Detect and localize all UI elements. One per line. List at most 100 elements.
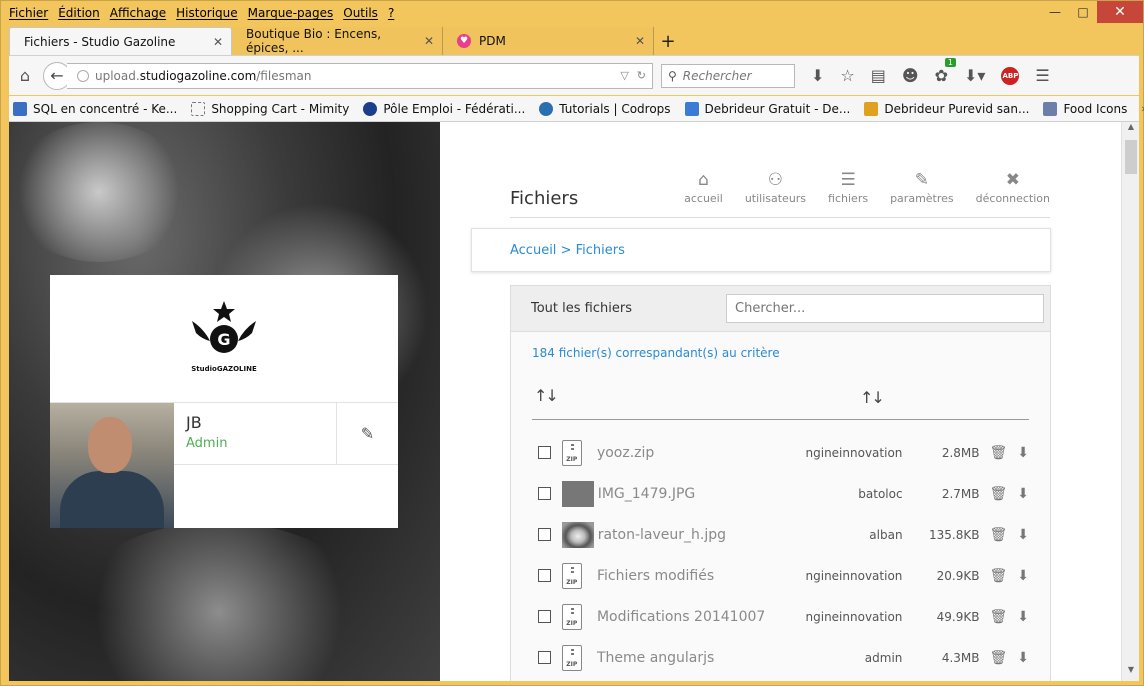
tab-fichiers[interactable]: Fichiers - Studio Gazoline ✕ [9, 27, 232, 55]
file-size: 2.8MB [941, 445, 980, 460]
bookmark-shopping-cart[interactable]: Shopping Cart - Mimity [191, 101, 349, 116]
file-row[interactable]: Fichiers modifiésngineinnovation20.9KB🗑⬇ [532, 555, 1029, 596]
addon-icon[interactable]: ✿ 1 [935, 58, 956, 85]
file-row[interactable]: yooz.zipngineinnovation2.8MB🗑⬇ [532, 432, 1029, 473]
download-icon[interactable]: ⬇ [1017, 650, 1029, 666]
scroll-thumb[interactable] [1125, 140, 1137, 174]
file-checkbox[interactable] [538, 569, 551, 582]
pdm-favicon-icon: ♥ [457, 34, 471, 48]
download-icon[interactable]: ⬇ [1017, 609, 1029, 625]
user-name: JB [186, 413, 202, 432]
trash-icon[interactable]: 🗑 [989, 650, 1007, 666]
tab-pdm[interactable]: ♥ PDM ✕ [443, 27, 654, 55]
home-icon: ⌂ [698, 170, 709, 190]
logo-text: StudioGAZOLINE [191, 364, 257, 373]
nav-parametres[interactable]: ✎ paramètres [890, 170, 954, 205]
tab-strip: Fichiers - Studio Gazoline ✕ Boutique Bi… [9, 27, 682, 55]
addon-badge: 1 [944, 58, 956, 67]
menu-hamburger-icon[interactable]: ☰ [1035, 66, 1049, 85]
download-manager-icon[interactable]: ⬇▾ [964, 66, 985, 85]
file-name[interactable]: raton-laveur_h.jpg [594, 527, 789, 543]
trash-icon[interactable]: 🗑 [990, 486, 1008, 502]
vertical-scrollbar[interactable]: ▲ ▼ [1121, 122, 1139, 681]
file-size: 20.9KB [936, 568, 980, 583]
bookmark-debrideur-purevid[interactable]: Debrideur Purevid san... [864, 101, 1029, 116]
menu-edition[interactable]: Édition [58, 6, 100, 20]
tab-boutique-bio[interactable]: Boutique Bio : Encens, épices, ... ✕ [232, 27, 443, 55]
bookmark-pole-emploi[interactable]: Pôle Emploi - Fédérati... [363, 101, 526, 116]
file-row[interactable]: IMG_1479.JPG batoloc 2.7MB 🗑 ⬇ [532, 473, 1029, 514]
bookmark-sql[interactable]: SQL en concentré - Ke... [13, 101, 177, 116]
tab-close-icon[interactable]: ✕ [635, 34, 645, 48]
trash-icon[interactable]: 🗑 [990, 527, 1008, 543]
menu-historique[interactable]: Historique [176, 6, 238, 20]
dropdown-icon[interactable]: ▽ [620, 69, 628, 82]
file-checkbox[interactable] [538, 610, 551, 623]
download-icon[interactable]: ⬇ [811, 66, 824, 85]
url-path: /filesman [256, 68, 312, 83]
nav-fichiers[interactable]: ☰ fichiers [828, 170, 868, 205]
menu-outils[interactable]: Outils [343, 6, 378, 20]
file-actions: 🗑 ⬇ [989, 445, 1029, 461]
file-name[interactable]: Fichiers modifiés [593, 568, 788, 584]
reading-list-icon[interactable]: ▤ [871, 66, 886, 85]
file-checkbox[interactable] [538, 446, 551, 459]
file-row[interactable]: raton-laveur_h.jpg alban 135.8KB 🗑 ⬇ [532, 514, 1029, 555]
file-checkbox[interactable] [538, 651, 551, 664]
nav-deconnection[interactable]: ✖ déconnection [976, 170, 1050, 205]
bookmark-debrideur-gratuit[interactable]: Debrideur Gratuit - De... [684, 101, 850, 116]
file-row[interactable]: Theme angularjsadmin4.3MB🗑⬇ [532, 637, 1029, 678]
file-name[interactable]: IMG_1479.JPG [594, 486, 789, 502]
download-icon[interactable]: ⬇ [1017, 486, 1029, 502]
menu-marque-pages[interactable]: Marque-pages [248, 6, 334, 20]
file-name[interactable]: Theme angularjs [593, 650, 788, 666]
new-tab-button[interactable]: + [654, 27, 682, 55]
file-checkbox[interactable] [538, 528, 551, 541]
bookmark-star-icon[interactable]: ☆ [840, 66, 854, 85]
user-info: JB Admin [174, 403, 336, 464]
close-window-button[interactable]: ✕ [1097, 1, 1143, 23]
tab-close-icon[interactable]: ✕ [213, 35, 223, 49]
download-icon[interactable]: ⬇ [1017, 527, 1029, 543]
file-icon [561, 562, 593, 589]
menu-help[interactable]: ? [388, 6, 394, 20]
bookmark-codrops[interactable]: Tutorials | Codrops [539, 101, 671, 116]
trash-icon[interactable]: 🗑 [989, 568, 1007, 584]
menu-fichier[interactable]: Fichier [9, 6, 48, 20]
url-bar[interactable]: upload. studiogazoline.com/filesman ▽ ↻ [67, 62, 653, 89]
file-row[interactable]: Modifications 20141007 ngineinnovation 49.… [532, 596, 1029, 637]
trash-icon[interactable]: 🗑 [989, 609, 1007, 625]
edit-profile-button[interactable]: ✎ [336, 403, 398, 464]
scroll-down-icon[interactable]: ▼ [1122, 665, 1139, 681]
file-name[interactable]: Modifications 20141007 [593, 609, 788, 625]
tab-close-icon[interactable]: ✕ [424, 34, 434, 48]
image-thumbnail [561, 521, 594, 548]
nav-utilisateurs[interactable]: ⚇ utilisateurs [745, 170, 806, 205]
breadcrumb-text[interactable]: Accueil > Fichiers [510, 243, 625, 258]
file-name[interactable]: yooz.zip [593, 445, 788, 461]
menu-affichage[interactable]: Affichage [110, 6, 166, 20]
scroll-up-icon[interactable]: ▲ [1122, 122, 1139, 138]
zip-file-icon [561, 644, 582, 671]
sort-name-icon[interactable]: ↑↓ [534, 386, 559, 405]
bookmark-food-icons[interactable]: Food Icons [1043, 101, 1127, 116]
svg-text:G: G [217, 330, 230, 349]
minimize-button[interactable]: — [1041, 1, 1069, 23]
reload-icon[interactable]: ↻ [637, 69, 646, 82]
adblock-icon[interactable]: ABP [1001, 66, 1020, 85]
sort-owner-icon[interactable]: ↑↓ [860, 388, 885, 407]
bookmark-label: Pôle Emploi - Fédérati... [383, 101, 526, 116]
chat-icon[interactable]: ☻ [902, 66, 919, 85]
files-search-input[interactable] [726, 294, 1044, 323]
nav-label: accueil [684, 192, 723, 205]
download-icon[interactable]: ⬇ [1017, 568, 1029, 584]
logo-area: G StudioGAZOLINE [50, 275, 398, 403]
file-checkbox[interactable] [538, 487, 551, 500]
trash-icon[interactable]: 🗑 [989, 445, 1007, 461]
search-input[interactable]: ⚲ Rechercher [661, 63, 795, 88]
download-icon[interactable]: ⬇ [1017, 445, 1029, 461]
home-icon[interactable]: ⌂ [9, 66, 41, 85]
nav-accueil[interactable]: ⌂ accueil [684, 170, 723, 205]
pencil-icon: ✎ [914, 170, 929, 190]
maximize-button[interactable]: □ [1069, 1, 1097, 23]
